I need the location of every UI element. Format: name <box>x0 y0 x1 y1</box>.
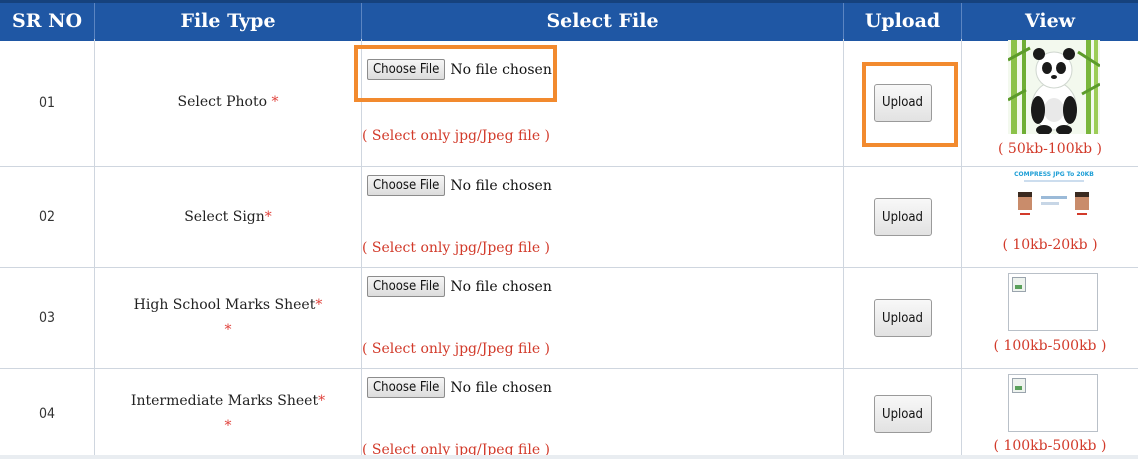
file-format-hint: ( Select only jpg/Jpeg file ) <box>362 341 551 357</box>
bottom-edge <box>0 455 1138 459</box>
no-file-text: No file chosen <box>450 278 552 295</box>
sr-no-cell: 02 <box>0 167 95 267</box>
upload-button[interactable]: Upload <box>873 395 932 433</box>
size-hint: ( 100kb-500kb ) <box>993 438 1107 454</box>
sr-no-cell: 04 <box>0 369 95 459</box>
file-type-cell: Select Sign* <box>95 167 362 267</box>
image-preview-placeholder <box>1008 374 1098 432</box>
file-type-label: Select Sign* <box>184 209 272 226</box>
file-type-label: High School Marks Sheet* * <box>134 297 323 339</box>
no-file-text: No file chosen <box>450 177 552 194</box>
table-row: 04 Intermediate Marks Sheet* * Choose Fi… <box>0 369 1138 459</box>
upload-button[interactable]: Upload <box>873 299 932 337</box>
choose-file-button[interactable]: Choose File <box>367 276 446 297</box>
broken-image-icon <box>1012 378 1026 393</box>
table-row: 03 High School Marks Sheet* * Choose Fil… <box>0 268 1138 369</box>
required-mark: * <box>271 94 279 111</box>
sample-faces-image <box>1018 192 1089 215</box>
file-type-text: Select Photo <box>177 94 268 111</box>
size-hint: ( 10kb-20kb ) <box>1002 237 1098 253</box>
broken-image-icon <box>1012 277 1026 292</box>
required-mark: * <box>264 208 272 225</box>
size-hint: ( 50kb-100kb ) <box>998 141 1102 157</box>
file-format-hint: ( Select only jpg/Jpeg file ) <box>362 128 551 144</box>
file-type-label: Select Photo * <box>178 94 279 111</box>
sr-no-cell: 01 <box>0 39 95 166</box>
upload-cell: Upload <box>844 167 962 267</box>
select-file-cell: Choose File No file chosen ( Select only… <box>362 369 844 459</box>
file-type-text: High School Marks Sheet <box>133 297 316 314</box>
required-mark: * <box>224 418 232 434</box>
sr-no: 03 <box>38 310 56 326</box>
highlight-upload <box>862 62 958 147</box>
header-view: View <box>1024 10 1076 32</box>
file-type-cell: Intermediate Marks Sheet* * <box>95 369 362 459</box>
upload-button[interactable]: Upload <box>873 198 932 236</box>
view-cell: ( 50kb-100kb ) <box>962 39 1138 166</box>
no-file-text: No file chosen <box>450 379 552 396</box>
file-input[interactable]: Choose File No file chosen <box>367 175 552 196</box>
file-input[interactable]: Choose File No file chosen <box>367 377 552 398</box>
select-file-cell: Choose File No file chosen ( Select only… <box>362 167 844 267</box>
sample-heading: COMPRESS JPG To 20KB <box>1014 171 1094 178</box>
size-hint: ( 100kb-500kb ) <box>993 338 1107 354</box>
sign-sample-preview: COMPRESS JPG To 20KB <box>1014 171 1094 227</box>
sr-no-cell: 03 <box>0 268 95 368</box>
header-file-type: File Type <box>95 3 362 39</box>
panda-photo-preview <box>1008 40 1100 134</box>
file-type-cell: Select Photo * <box>95 39 362 166</box>
file-type-text: Select Sign <box>184 208 265 225</box>
required-mark: * <box>224 322 232 338</box>
file-input[interactable]: Choose File No file chosen <box>367 276 552 297</box>
select-file-cell: Choose File No file chosen ( Select only… <box>362 268 844 368</box>
view-cell: COMPRESS JPG To 20KB ( 10kb-20kb ) <box>962 167 1138 267</box>
view-cell: ( 100kb-500kb ) <box>962 268 1138 368</box>
sample-line <box>1024 180 1084 182</box>
sr-no: 02 <box>38 209 56 225</box>
table-row: 01 Select Photo * Choose File No file ch… <box>0 39 1138 167</box>
upload-cell: Upload <box>844 369 962 459</box>
choose-file-button[interactable]: Choose File <box>367 377 446 398</box>
upload-cell: Upload <box>844 268 962 368</box>
choose-file-button[interactable]: Choose File <box>367 175 446 196</box>
file-format-hint: ( Select only jpg/Jpeg file ) <box>362 240 551 256</box>
header-upload: Upload <box>844 3 962 39</box>
view-cell: ( 100kb-500kb ) <box>962 369 1138 459</box>
file-type-label: Intermediate Marks Sheet* * <box>131 393 325 435</box>
image-preview-placeholder <box>1008 273 1098 331</box>
header-sr-no: SR NO <box>0 3 95 39</box>
required-mark: * <box>318 393 326 410</box>
file-type-cell: High School Marks Sheet* * <box>95 268 362 368</box>
sr-no: 04 <box>38 406 56 422</box>
file-type-text: Intermediate Marks Sheet <box>130 393 319 410</box>
highlight-choose-file <box>354 45 557 102</box>
table-row: 02 Select Sign* Choose File No file chos… <box>0 167 1138 268</box>
header-select-file: Select File <box>362 3 844 39</box>
sr-no: 01 <box>38 94 56 111</box>
required-mark: * <box>315 297 323 314</box>
